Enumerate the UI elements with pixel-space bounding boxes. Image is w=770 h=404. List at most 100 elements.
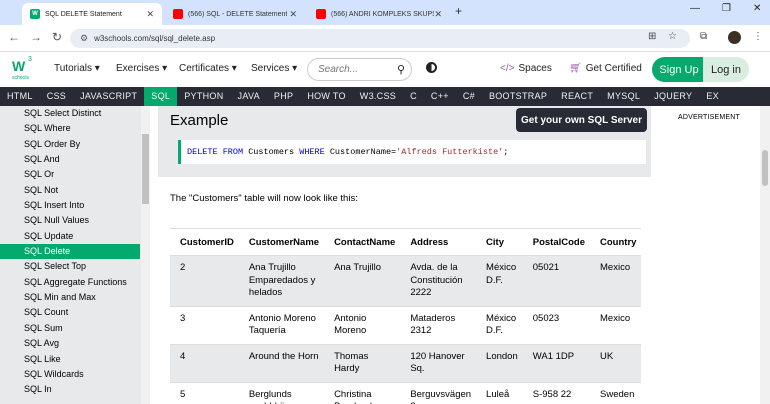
column-header: CustomerName (238, 228, 325, 256)
tab-title: (566) ANDRI KOMPLEKS SKUPS (331, 10, 435, 18)
back-icon[interactable]: ← (8, 30, 20, 44)
sidebar-item-sql-where[interactable]: SQL Where (0, 121, 150, 136)
topic-php[interactable]: PHP (267, 87, 300, 106)
column-header: CustomerID (170, 228, 239, 256)
url-bar[interactable]: ⚙ w3schools.com/sql/sql_delete.asp (70, 29, 690, 48)
sidebar-item-sql-like[interactable]: SQL Like (0, 352, 150, 367)
topic-c++[interactable]: C++ (424, 87, 456, 106)
topic-html[interactable]: HTML (0, 87, 40, 106)
sidebar-item-sql-insert-into[interactable]: SQL Insert Into (0, 198, 150, 213)
sidebar: SQL Select Distinct SQL Where SQL Order By… (0, 106, 150, 404)
table-cell: 120 Hanover Sq. (400, 344, 477, 383)
forward-icon[interactable]: → (30, 30, 42, 44)
example-box: Example Get your own SQL Server DELETE F… (158, 106, 651, 177)
sign-up-button[interactable]: Sign Up (652, 57, 706, 82)
browser-tab[interactable]: (566) SQL - DELETE Statement ✕ (165, 3, 305, 25)
new-tab-icon[interactable]: + (455, 4, 462, 18)
sidebar-item-sql-select-distinct[interactable]: SQL Select Distinct (0, 106, 150, 121)
search-input[interactable]: Search... ⚲ (307, 58, 412, 81)
bookmark-star-icon[interactable]: ☆ (668, 31, 677, 42)
topic-javascript[interactable]: JAVASCRIPT (73, 87, 144, 106)
code-example: DELETE FROM Customers WHERE CustomerName… (178, 140, 646, 164)
sidebar-item-sql-null-values[interactable]: SQL Null Values (0, 213, 150, 228)
profile-avatar[interactable] (728, 31, 741, 44)
sidebar-item-sql-and[interactable]: SQL And (0, 152, 150, 167)
log-in-button[interactable]: Log in (703, 57, 749, 82)
site-info-icon[interactable]: ⚙ (80, 33, 88, 44)
menu-services[interactable]: Services ▾ (251, 63, 297, 74)
table-cell: Mexico (590, 306, 642, 345)
browser-tab[interactable]: W SQL DELETE Statement ✕ (22, 3, 162, 25)
sidebar-item-sql-not[interactable]: SQL Not (0, 183, 150, 198)
close-tab-icon[interactable]: ✕ (289, 9, 297, 20)
close-tab-icon[interactable]: ✕ (434, 9, 442, 20)
topic-w3-css[interactable]: W3.CSS (353, 87, 403, 106)
sidebar-item-sql-update[interactable]: SQL Update (0, 229, 150, 244)
youtube-favicon-icon (316, 9, 326, 19)
table-cell: 4 (170, 344, 239, 383)
sidebar-item-sql-avg[interactable]: SQL Avg (0, 336, 150, 351)
menu-certificates[interactable]: Certificates ▾ (179, 63, 237, 74)
topic-css[interactable]: CSS (40, 87, 73, 106)
get-sql-server-button[interactable]: Get your own SQL Server (516, 108, 647, 132)
topic-react[interactable]: REACT (554, 87, 600, 106)
table-row: 3 Antonio Moreno Taquería Antonio Moreno Ma… (170, 306, 642, 345)
logo-superscript: 3 (28, 56, 32, 63)
table-cell: 5 (170, 382, 239, 404)
customers-table: CustomerID CustomerName ContactName Address… (170, 228, 642, 404)
example-heading: Example (170, 112, 229, 129)
site-header: W 3 schools Tutorials ▾ Exercises ▾ Cert… (0, 52, 770, 87)
sidebar-item-sql-in[interactable]: SQL In (0, 382, 150, 397)
sidebar-scroll-thumb[interactable] (142, 134, 149, 204)
search-icon[interactable]: ⚲ (397, 63, 405, 76)
minimize-icon[interactable]: — (690, 3, 700, 14)
table-cell: Berguvsvägen 8 (400, 382, 477, 404)
table-row: 2 Ana Trujillo Emparedados y helados Ana T… (170, 255, 642, 307)
topic-navbar: HTML CSS JAVASCRIPT SQL PYTHON JAVA PHP HOW TO W… (0, 87, 770, 106)
browser-tab[interactable]: (566) ANDRI KOMPLEKS SKUPS ✕ (308, 3, 450, 25)
menu-exercises[interactable]: Exercises ▾ (116, 63, 167, 74)
sidebar-item-sql-count[interactable]: SQL Count (0, 305, 150, 320)
topic-bootstrap[interactable]: BOOTSTRAP (482, 87, 554, 106)
tab-title: (566) SQL - DELETE Statement (188, 10, 288, 18)
page-scroll-thumb[interactable] (762, 150, 768, 186)
w3schools-logo[interactable]: W 3 schools (10, 56, 36, 82)
close-tab-icon[interactable]: ✕ (146, 9, 154, 20)
topic-jquery[interactable]: JQUERY (647, 87, 699, 106)
sidebar-item-sql-wildcards[interactable]: SQL Wildcards (0, 367, 150, 382)
sidebar-item-sql-or[interactable]: SQL Or (0, 167, 150, 182)
topic-sql[interactable]: SQL (144, 87, 178, 106)
sidebar-item-sql-select-top[interactable]: SQL Select Top (0, 259, 150, 274)
sidebar-item-sql-order-by[interactable]: SQL Order By (0, 137, 150, 152)
menu-icon[interactable]: ⋮ (753, 31, 763, 42)
get-certified-link[interactable]: 🛒︎ Get Certified (569, 63, 642, 74)
dark-mode-toggle-icon[interactable] (426, 62, 437, 73)
table-cell: México D.F. (476, 306, 523, 345)
topic-c[interactable]: C (403, 87, 424, 106)
extensions-icon[interactable]: ⧉ (700, 31, 707, 42)
table-cell: Luleå (476, 382, 523, 404)
topic-how-to[interactable]: HOW TO (300, 87, 352, 106)
url-text: w3schools.com/sql/sql_delete.asp (94, 34, 216, 43)
table-cell: 05023 (522, 306, 591, 345)
sidebar-scrollbar[interactable] (141, 106, 150, 404)
sidebar-item-sql-delete[interactable]: SQL Delete (0, 244, 140, 260)
sidebar-item-sql-sum[interactable]: SQL Sum (0, 321, 150, 336)
close-window-icon[interactable]: ✕ (753, 3, 761, 14)
page-scrollbar[interactable] (760, 106, 770, 404)
main-content: Example Get your own SQL Server DELETE F… (150, 106, 657, 404)
right-column: ADVERTISEMENT (657, 106, 770, 404)
topic-ex[interactable]: EX (699, 87, 726, 106)
restore-icon[interactable]: ❐ (722, 3, 731, 14)
sidebar-item-sql-aggregate-functions[interactable]: SQL Aggregate Functions (0, 275, 150, 290)
spaces-link[interactable]: </> Spaces (500, 63, 552, 74)
table-cell: Berglunds snabbköp (238, 382, 325, 404)
topic-python[interactable]: PYTHON (177, 87, 230, 106)
topic-java[interactable]: JAVA (231, 87, 267, 106)
translate-icon[interactable]: ⊞ (648, 31, 656, 42)
reload-icon[interactable]: ↻ (52, 30, 62, 44)
topic-c#[interactable]: C# (456, 87, 482, 106)
sidebar-item-sql-min-and-max[interactable]: SQL Min and Max (0, 290, 150, 305)
topic-mysql[interactable]: MYSQL (600, 87, 647, 106)
menu-tutorials[interactable]: Tutorials ▾ (54, 63, 100, 74)
